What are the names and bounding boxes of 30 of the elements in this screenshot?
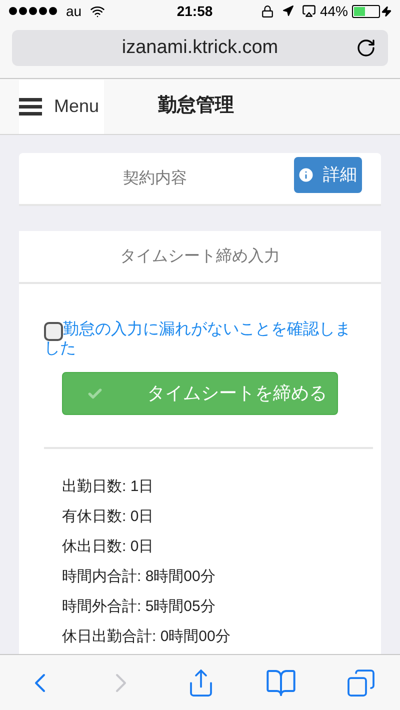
menu-icon: [19, 98, 42, 116]
address-bar[interactable]: izanami.ktrick.com: [12, 30, 388, 66]
info-icon: [297, 166, 315, 184]
card-title: タイムシート締め入力: [120, 246, 280, 266]
tabs-icon[interactable]: [346, 668, 376, 698]
stat-line: 休日出勤合計: 0時間00分: [62, 627, 232, 646]
confirm-label[interactable]: 勤怠の入力に漏れがないことを確認しました: [44, 320, 353, 358]
location-icon: [282, 5, 294, 17]
airplay-icon: [302, 4, 316, 18]
stat-line: 出勤日数: 1日: [62, 477, 155, 496]
reload-icon[interactable]: [356, 38, 376, 58]
signal-icon: [8, 6, 58, 16]
battery-percent: 44%: [320, 2, 348, 20]
close-timesheet-button[interactable]: タイムシートを締める: [62, 372, 338, 415]
details-button[interactable]: 詳細: [294, 157, 362, 193]
url-text: izanami.ktrick.com: [122, 36, 278, 60]
menu-button[interactable]: Menu: [19, 80, 104, 134]
stat-line: 休出日数: 0日: [62, 537, 155, 556]
carrier-label: au: [66, 2, 82, 20]
confirm-checkbox[interactable]: [44, 322, 63, 341]
stat-line: 時間内合計: 8時間00分: [62, 567, 216, 586]
lock-icon: [260, 4, 274, 18]
card-title: 契約内容: [123, 168, 187, 188]
stat-line: 時間外合計: 5時間05分: [62, 597, 216, 616]
page-title: 勤怠管理: [158, 94, 234, 118]
wifi-icon: [90, 4, 105, 18]
clock: 21:58: [176, 2, 213, 20]
check-icon: [87, 386, 103, 402]
battery-icon: [352, 4, 380, 18]
stat-line: 有休日数: 0日: [62, 507, 155, 526]
